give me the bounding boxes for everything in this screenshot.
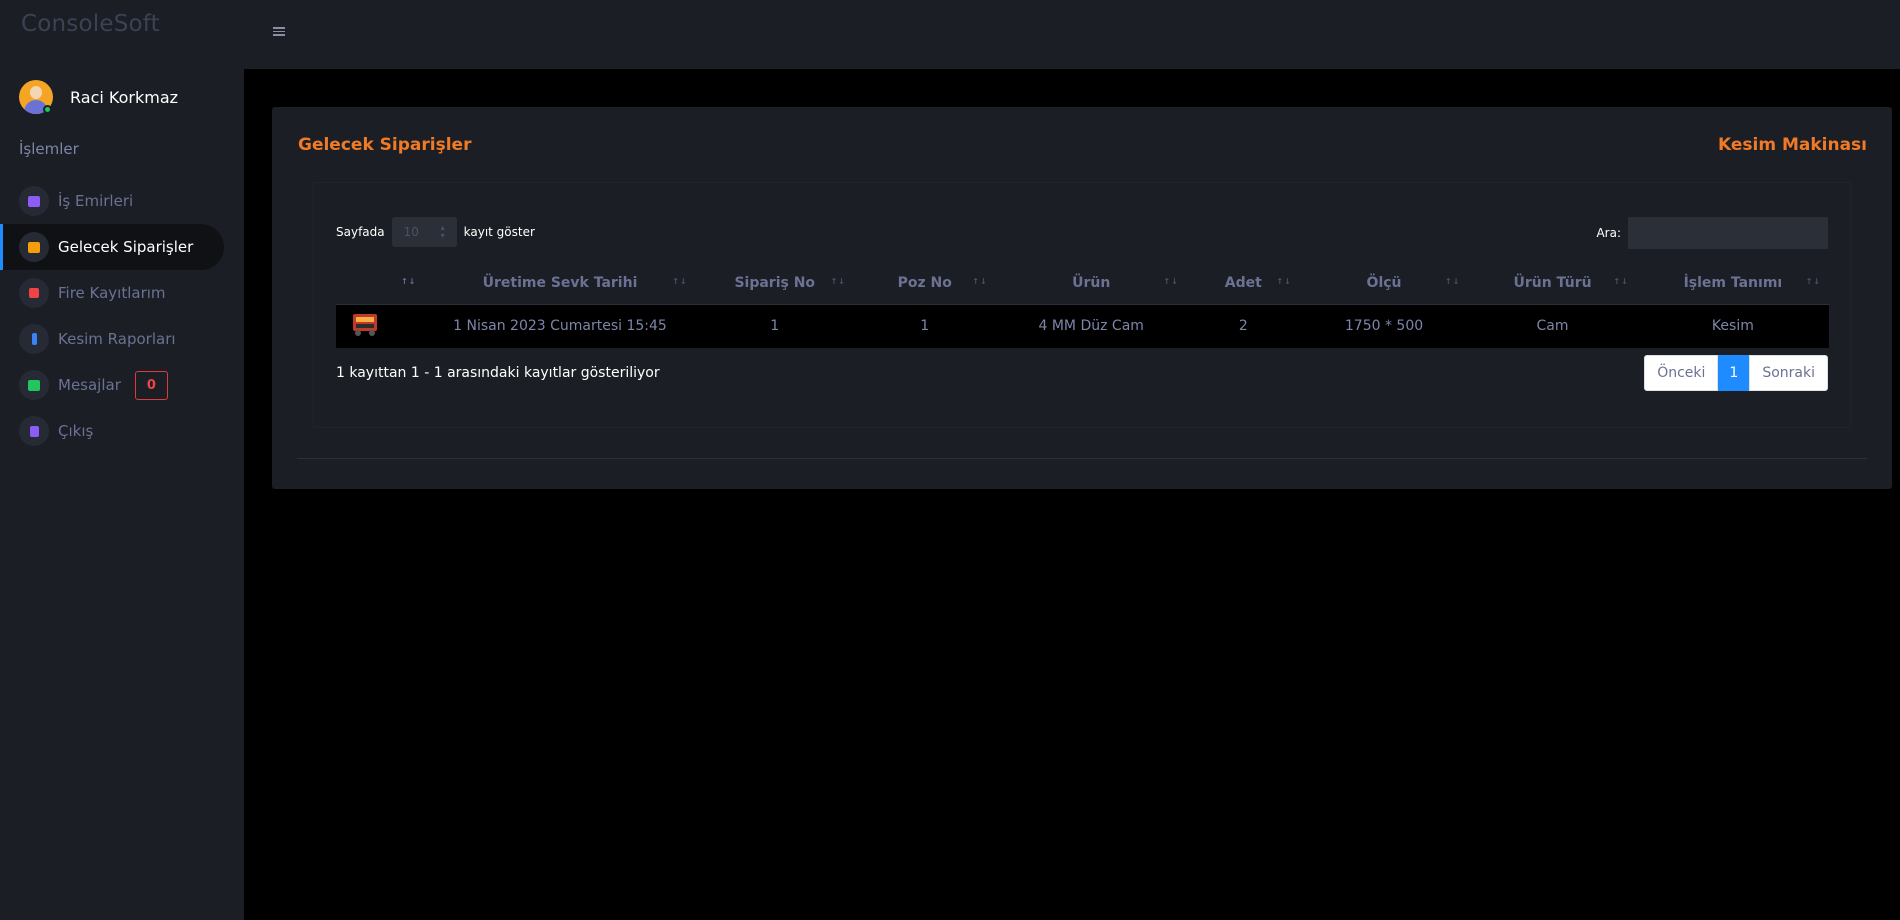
- page-length-value: 10: [403, 225, 419, 239]
- sidebar: ConsoleSoft Raci Korkmaz İşlemler İş Emi…: [0, 0, 244, 920]
- sort-icon: ↑↓: [400, 277, 417, 286]
- sidebar-item-label: Mesajlar: [58, 376, 121, 394]
- sidebar-nav: İş Emirleri Gelecek Siparişler Fire Kayı…: [0, 178, 244, 454]
- row-thumbnail-cell: [336, 304, 425, 348]
- column-header-operation[interactable]: İşlem Tanımı ↑↓: [1636, 263, 1829, 305]
- phone-icon: [19, 324, 49, 354]
- card-title: Gelecek Siparişler: [298, 135, 472, 155]
- cell-quantity: 2: [1186, 304, 1300, 348]
- cell-order-no: 1: [695, 304, 854, 348]
- list-icon: [19, 232, 49, 262]
- sort-icon: ↑↓: [1444, 277, 1461, 286]
- column-header-poz-no[interactable]: Poz No ↑↓: [853, 263, 996, 305]
- page-length-control: Sayfada 10 ▴ ▾ kayıt göster: [336, 217, 535, 247]
- search-control: Ara:: [1596, 217, 1828, 249]
- cell-date: 1 Nisan 2023 Cumartesi 15:45: [424, 304, 696, 348]
- sort-icon: ↑↓: [1163, 277, 1179, 286]
- cell-product-type: Cam: [1468, 304, 1637, 348]
- cell-poz-no: 1: [853, 304, 996, 348]
- online-status-icon: [43, 105, 52, 114]
- message-count-badge: 0: [134, 370, 168, 400]
- column-header-product-type[interactable]: Ürün Türü ↑↓: [1468, 263, 1637, 305]
- sidebar-item-gelecek-siparisler[interactable]: Gelecek Siparişler: [0, 224, 224, 270]
- sidebar-item-label: Çıkış: [58, 422, 94, 440]
- next-page-button[interactable]: Sonraki: [1749, 355, 1828, 391]
- user-name: Raci Korkmaz: [70, 87, 179, 107]
- brand-logo[interactable]: ConsoleSoft: [21, 11, 160, 37]
- machine-title: Kesim Makinası: [1717, 135, 1867, 155]
- column-header-product[interactable]: Ürün ↑↓: [995, 263, 1187, 305]
- column-header-size[interactable]: Ölçü ↑↓: [1299, 263, 1469, 305]
- book-icon: [19, 186, 49, 216]
- page-length-select[interactable]: 10 ▴ ▾: [391, 217, 457, 247]
- sidebar-item-is-emirleri[interactable]: İş Emirleri: [0, 178, 224, 224]
- sidebar-item-fire-kayitlarim[interactable]: Fire Kayıtlarım: [0, 270, 224, 316]
- pagination: Önceki 1 Sonraki: [1644, 355, 1828, 391]
- sort-icon: ↑↓: [972, 277, 988, 286]
- cell-operation: Kesim: [1636, 304, 1829, 348]
- previous-page-button[interactable]: Önceki: [1644, 355, 1719, 391]
- cell-size: 1750 * 500: [1299, 304, 1469, 348]
- column-header-date[interactable]: Üretime Sevk Tarihi ↑↓: [424, 263, 696, 305]
- logout-icon: [19, 416, 49, 446]
- sidebar-item-label: Kesim Raporları: [58, 330, 176, 348]
- topbar: [244, 0, 1900, 69]
- sidebar-section-label: İşlemler: [19, 140, 79, 158]
- column-header-image[interactable]: ↑↓: [336, 263, 425, 305]
- sort-icon: ↑↓: [830, 277, 846, 286]
- length-prefix: Sayfada: [336, 225, 385, 239]
- table-header-row: ↑↓ Üretime Sevk Tarihi ↑↓ Sipariş No ↑↓ Po…: [336, 263, 1829, 305]
- sort-icon: ↑↓: [672, 277, 688, 286]
- column-header-quantity[interactable]: Adet ↑↓: [1186, 263, 1300, 305]
- sidebar-item-cikis[interactable]: Çıkış: [0, 408, 224, 454]
- table-info: 1 kayıttan 1 - 1 arasındaki kayıtlar gös…: [336, 365, 660, 381]
- sort-icon: ↑↓: [1805, 277, 1821, 286]
- sidebar-item-label: Fire Kayıtlarım: [58, 284, 166, 302]
- column-header-order-no[interactable]: Sipariş No ↑↓: [695, 263, 854, 305]
- table-row[interactable]: 1 Nisan 2023 Cumartesi 15:45 1 1 4 MM Dü…: [336, 304, 1829, 348]
- sidebar-item-label: Gelecek Siparişler: [58, 238, 194, 256]
- page-1-button[interactable]: 1: [1718, 355, 1750, 391]
- length-suffix: kayıt göster: [463, 225, 535, 239]
- chart-icon: [19, 278, 49, 308]
- cell-product: 4 MM Düz Cam: [995, 304, 1187, 348]
- search-label: Ara:: [1596, 226, 1621, 240]
- orders-card: Gelecek Siparişler Kesim Makinası Sayfad…: [272, 107, 1892, 489]
- menu-toggle-icon[interactable]: [273, 27, 285, 36]
- card-divider: [297, 458, 1867, 459]
- sidebar-item-mesajlar[interactable]: Mesajlar 0: [0, 362, 224, 408]
- orders-table: ↑↓ Üretime Sevk Tarihi ↑↓ Sipariş No ↑↓ Po…: [336, 263, 1829, 348]
- search-input[interactable]: [1628, 217, 1828, 249]
- sidebar-item-kesim-raporlari[interactable]: Kesim Raporları: [0, 316, 224, 362]
- sort-icon: ↑↓: [1276, 277, 1292, 286]
- truck-icon: [353, 314, 377, 337]
- datatable-wrapper: Sayfada 10 ▴ ▾ kayıt göster Ara: ↑↓ Üreti…: [313, 182, 1851, 428]
- select-arrows-icon: ▴ ▾: [440, 223, 445, 240]
- sort-icon: ↑↓: [1613, 277, 1629, 286]
- sidebar-item-label: İş Emirleri: [58, 192, 134, 210]
- chat-icon: [19, 370, 49, 400]
